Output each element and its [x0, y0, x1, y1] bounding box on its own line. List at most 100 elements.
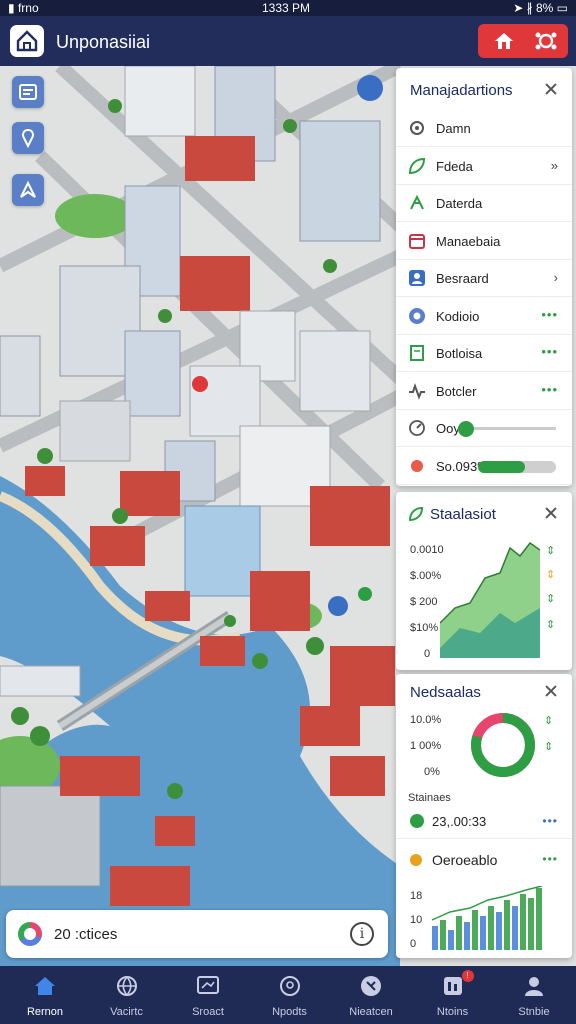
menu-item-label: Ooy: [436, 421, 460, 436]
stats-panel: Staalasiot 0.0010 $.00% $ 200 $10% 0 ⇕ ⇕…: [396, 492, 572, 670]
layers-button[interactable]: [12, 76, 44, 108]
stats-y-label: $10%: [410, 622, 439, 634]
media-channel-more[interactable]: •••: [542, 852, 558, 866]
chevron-right-icon[interactable]: »: [551, 158, 558, 173]
progress-bar: [478, 460, 556, 473]
more-icon[interactable]: •••: [541, 307, 558, 322]
menu-item[interactable]: Daterda: [396, 185, 572, 222]
bar-y-label: 10: [410, 914, 423, 926]
tab-bar: Rernon Vacirtc Sroact Npodts Nieatcen Ntoins!…: [0, 966, 576, 1024]
bar-y-label: 0: [410, 938, 417, 950]
network-alert-icon: [535, 32, 557, 50]
status-bar: ▮ frno 1333 PM ➤ ∦ 8% ▭: [0, 0, 576, 16]
calendar-icon: [409, 233, 425, 249]
legend-mark: ⇕: [546, 593, 556, 605]
menu-item-label: Kodioio: [436, 308, 480, 324]
media-y-label: 0%: [424, 766, 440, 778]
pulse-icon: [409, 382, 425, 400]
screen-icon: [197, 976, 219, 994]
menu-item[interactable]: Botloisa •••: [396, 335, 572, 372]
app-title: Unponasiiai: [56, 32, 151, 52]
status-signal: ▮ frno: [8, 1, 39, 15]
management-panel: Manajadartions Damn Fdeda » Daterda Manaebai…: [396, 68, 572, 486]
menu-item[interactable]: Besraard ›: [396, 260, 572, 297]
stats-close-icon[interactable]: [544, 506, 558, 520]
stats-y-label: 0: [424, 648, 431, 660]
status-dot-icon: [411, 459, 423, 472]
menu-item[interactable]: Ooy: [396, 410, 572, 447]
stats-area-chart: [440, 541, 540, 658]
management-close-icon[interactable]: [544, 82, 558, 96]
menu-item-label: Daterda: [436, 196, 483, 211]
compass-icon: [20, 180, 36, 198]
media-channel-label: Oeroeablo: [432, 852, 498, 868]
menu-item-label: Botcler: [436, 383, 477, 399]
alert-button[interactable]: [478, 24, 568, 58]
status-battery: ➤ ∦ 8% ▭: [513, 1, 568, 15]
app-bar: Unponasiiai: [0, 16, 576, 66]
menu-item[interactable]: Damn: [396, 110, 572, 147]
tab-label: Sroact: [192, 1006, 224, 1018]
menu-item[interactable]: Botcler •••: [396, 373, 572, 410]
tab-label: Npodts: [272, 1006, 307, 1018]
search-icon: [279, 976, 300, 996]
grid-icon: [443, 977, 462, 995]
record-icon: [409, 307, 425, 324]
media-panel-title: Nedsaalas: [410, 684, 481, 701]
media-close-icon[interactable]: [544, 684, 558, 698]
tab-bell[interactable]: Nieatcen: [330, 966, 412, 1024]
menu-item[interactable]: So.093%: [396, 448, 572, 485]
legend-mark: ⇕: [544, 741, 554, 753]
tab-label: Vacirtc: [110, 1006, 143, 1018]
app-logo[interactable]: [10, 25, 44, 57]
tab-search[interactable]: Npodts: [249, 966, 331, 1024]
network-icon: [410, 194, 424, 210]
info-icon[interactable]: i: [350, 922, 374, 946]
menu-item-label: Damn: [436, 121, 471, 136]
stats-y-label: $.00%: [410, 570, 442, 582]
stats-card[interactable]: 20 :ctices i: [6, 910, 388, 958]
bell-icon: [361, 976, 381, 996]
menu-item[interactable]: Kodioio •••: [396, 298, 572, 335]
tab-globe[interactable]: Vacirtc: [86, 966, 168, 1024]
bar-chart: [431, 886, 543, 950]
tab-profile[interactable]: Stnbie: [493, 966, 575, 1024]
stats-card-text: 20 :ctices: [54, 926, 118, 943]
bar-y-label: 18: [410, 890, 423, 902]
user-icon: [409, 270, 425, 286]
chevron-right-icon[interactable]: ›: [554, 270, 558, 285]
slider-knob[interactable]: [458, 421, 474, 437]
menu-item[interactable]: Fdeda »: [396, 148, 572, 185]
legend-mark: ⇕: [546, 569, 556, 581]
slider-track[interactable]: [464, 427, 556, 430]
pin-button[interactable]: [12, 122, 44, 154]
compass-button[interactable]: [12, 174, 44, 206]
management-panel-title: Manajadartions: [410, 82, 513, 99]
menu-item-label: Besraard: [436, 271, 489, 286]
leaf-icon: [408, 506, 424, 522]
settings-icon: [410, 121, 424, 135]
house-logo-icon: [16, 30, 38, 52]
stats-y-label: $ 200: [410, 596, 438, 608]
leaf-icon: [408, 157, 426, 174]
menu-item-label: Botloisa: [436, 346, 483, 361]
media-y-label: 1 00%: [410, 740, 442, 752]
tab-screen[interactable]: Sroact: [167, 966, 249, 1024]
more-icon[interactable]: •••: [541, 344, 558, 359]
tab-home[interactable]: Rernon: [4, 966, 86, 1024]
channel-dot-icon: [410, 854, 422, 866]
media-stat-label: Stainaes: [408, 792, 451, 804]
home-alert-icon: [495, 33, 513, 49]
tab-grid[interactable]: Ntoins!: [412, 966, 494, 1024]
menu-item[interactable]: Manaebaia: [396, 223, 572, 260]
menu-item-label: Fdeda: [436, 158, 473, 174]
media-stat-value: 23,.00:33: [432, 814, 487, 829]
media-panel: Nedsaalas 10.0% 1 00% 0% ⇕ ⇕ Stainaes 23…: [396, 674, 572, 958]
stats-y-label: 0.0010: [410, 544, 444, 556]
menu-item-label: Manaebaia: [436, 233, 501, 249]
gauge-icon: [409, 420, 425, 436]
more-icon[interactable]: •••: [541, 382, 558, 397]
media-more-button[interactable]: •••: [542, 814, 558, 828]
stats-panel-title: Staalasiot: [430, 506, 496, 523]
document-icon: [410, 345, 424, 361]
